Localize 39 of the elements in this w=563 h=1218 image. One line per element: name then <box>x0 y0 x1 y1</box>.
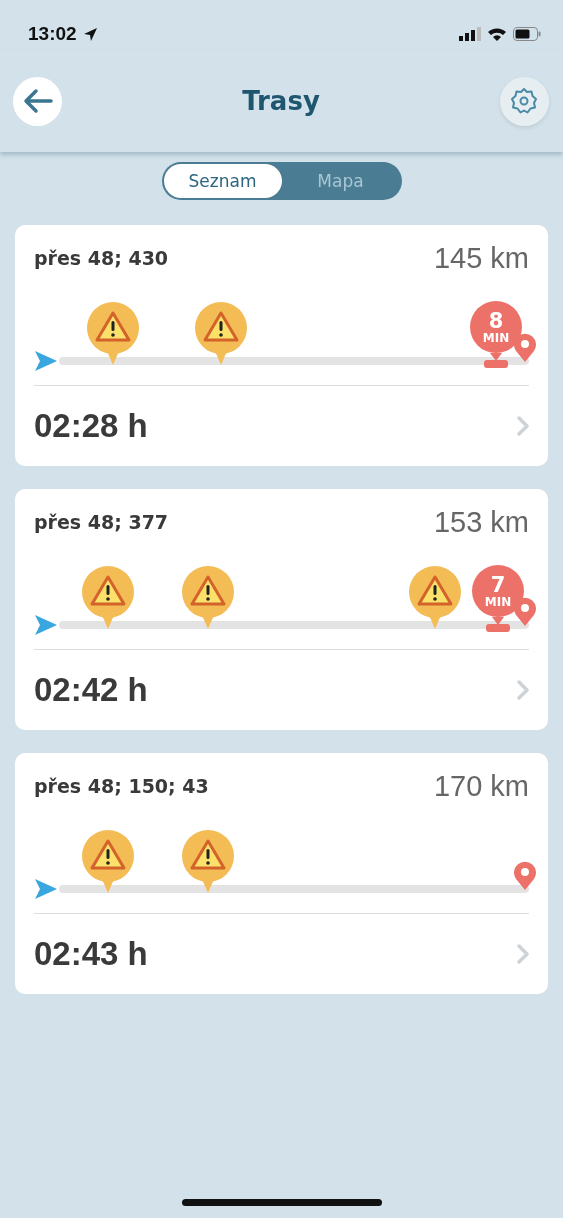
back-arrow-icon <box>22 88 53 114</box>
start-arrow-icon <box>34 878 58 900</box>
route-duration: 02:28 h <box>34 407 148 445</box>
chevron-right-icon <box>517 680 529 700</box>
route-via: přes 48; 430 <box>34 247 169 269</box>
warning-marker-icon[interactable] <box>181 829 236 895</box>
start-arrow-icon <box>34 350 58 372</box>
location-arrow-icon <box>82 26 98 42</box>
route-card[interactable]: přes 48; 430 145 km 8 MIN 02:28 h <box>15 225 548 466</box>
warning-marker-icon[interactable] <box>86 301 141 367</box>
settings-icon <box>510 87 539 115</box>
page-title: Trasy <box>242 86 320 116</box>
status-time: 13:02 <box>28 23 77 45</box>
pin-base-icon <box>484 353 509 369</box>
warning-marker-icon[interactable] <box>408 565 462 631</box>
route-via: přes 48; 377 <box>34 511 169 533</box>
chevron-right-icon <box>517 416 529 436</box>
route-duration: 02:43 h <box>34 935 148 973</box>
pin-base-icon <box>485 617 510 633</box>
route-card[interactable]: přes 48; 150; 43 170 km 02:43 h <box>15 753 548 994</box>
warning-marker-icon[interactable] <box>181 565 236 631</box>
route-via: přes 48; 150; 43 <box>34 775 209 797</box>
wifi-icon <box>487 26 507 42</box>
signal-icon <box>459 27 481 41</box>
battery-icon <box>513 27 541 41</box>
chevron-right-icon <box>517 944 529 964</box>
route-distance: 145 km <box>433 241 529 275</box>
route-distance: 170 km <box>433 769 529 803</box>
settings-button[interactable] <box>500 76 549 126</box>
route-distance: 153 km <box>433 505 529 539</box>
route-duration: 02:42 h <box>34 671 148 709</box>
view-tab[interactable]: Seznam <box>163 164 282 198</box>
start-arrow-icon <box>34 614 58 636</box>
route-card[interactable]: přes 48; 377 153 km 7 MIN 02:42 h <box>15 489 548 730</box>
destination-pin-icon <box>513 861 537 891</box>
warning-marker-icon[interactable] <box>194 301 249 367</box>
warning-marker-icon[interactable] <box>81 829 136 895</box>
back-button[interactable] <box>13 76 62 126</box>
warning-marker-icon[interactable] <box>81 565 136 631</box>
